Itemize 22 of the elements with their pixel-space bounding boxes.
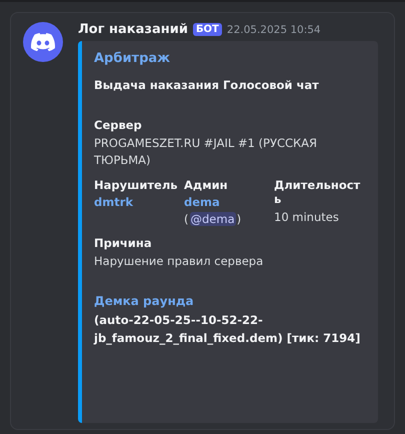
field-value: 10 minutes [274,209,339,226]
field-name: Длительность [274,178,362,206]
controller-icon [31,33,55,51]
field-name: Админ [184,178,228,192]
field-name: Причина [94,236,153,250]
field-name: Сервер [94,118,143,132]
timestamp: 22.05.2025 10:54 [226,24,321,36]
field-value: PROGAMESZET.RU #JAIL #1 (РУССКАЯ ТЮРЬМА) [94,135,318,168]
user-mention[interactable]: @dema [190,212,236,226]
field-value: Нарушение правил сервера [94,253,264,270]
field-name: Нарушитель [94,178,178,192]
avatar[interactable] [23,22,63,62]
user-link[interactable]: dmtrk [94,195,134,210]
embed-description: Выдача наказания Голосовой чат [94,78,320,92]
embed-title: Арбитраж [94,51,172,66]
bot-badge: БОТ [192,23,222,36]
user-link[interactable]: dema [184,195,220,210]
parenthesis: ) [236,212,242,226]
author-name[interactable]: Лог наказаний [78,22,188,37]
parenthesis: ( [184,212,188,226]
field-value: (auto-22-05-25--10-52-22-jb_famouz_2_final_fixed.dem) [тик: 7194] [94,312,362,348]
field-link[interactable]: Демка раунда [94,294,366,308]
